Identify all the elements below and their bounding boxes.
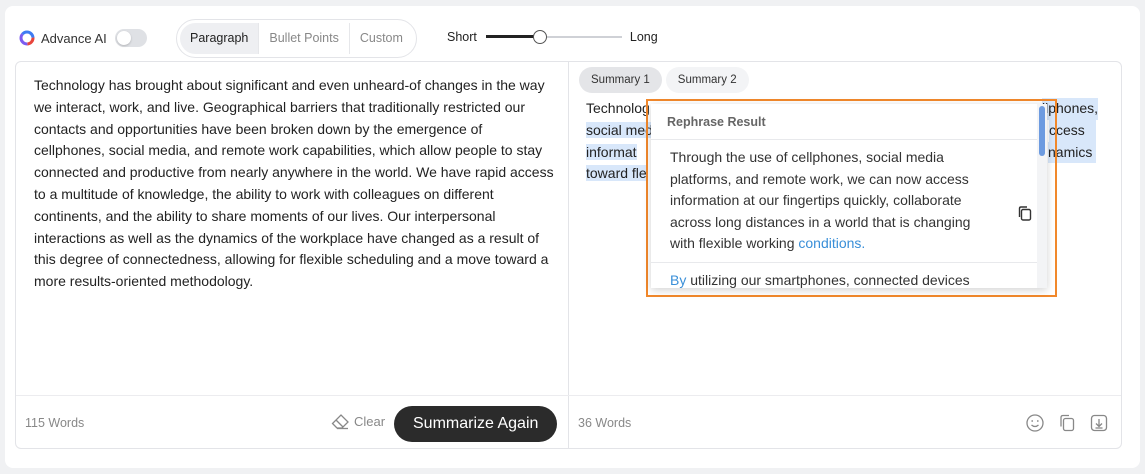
- length-short-label: Short: [447, 30, 477, 44]
- source-textarea[interactable]: Technology has brought about significant…: [34, 75, 554, 293]
- popup-scrollbar-thumb[interactable]: [1039, 106, 1045, 156]
- ai-logo-icon: [19, 30, 35, 46]
- source-word-count: 115 Words: [25, 416, 85, 430]
- rephrase-option-2[interactable]: By utilizing our smartphones, connected …: [670, 270, 1010, 288]
- length-control: Short Long: [447, 30, 658, 44]
- summarize-again-button[interactable]: Summarize Again: [394, 406, 558, 442]
- popup-divider: [651, 139, 1037, 140]
- length-slider[interactable]: [485, 30, 622, 44]
- download-icon[interactable]: [1089, 413, 1109, 433]
- slider-thumb[interactable]: [533, 30, 548, 44]
- option-2-link[interactable]: By: [670, 272, 686, 288]
- summary-tabs: Summary 1 Summary 2: [579, 67, 753, 93]
- toolbar: Advance AI Paragraph Bullet Points Custo…: [5, 6, 1140, 66]
- advance-ai-label: Advance AI: [41, 30, 107, 46]
- advance-ai-control: Advance AI: [19, 29, 147, 47]
- summary-line-1-start: Technolog: [586, 100, 650, 116]
- summary-line-3-start: informat: [586, 143, 637, 160]
- summary-word-count: 36 Words: [578, 416, 632, 430]
- rephrase-popup: Rephrase Result Through the use of cellp…: [651, 104, 1047, 288]
- mode-custom[interactable]: Custom: [350, 23, 413, 54]
- slider-fill: [485, 35, 541, 38]
- panel-divider: [568, 62, 569, 448]
- summary-actions: [1013, 413, 1109, 433]
- mode-paragraph[interactable]: Paragraph: [180, 23, 260, 54]
- source-footer: 115 Words Clear Summarize Again: [16, 396, 568, 450]
- copy-icon[interactable]: [1057, 413, 1077, 433]
- toggle-knob: [116, 31, 131, 45]
- summary-line-4-start: toward fle: [586, 165, 647, 182]
- eraser-icon: [331, 414, 349, 430]
- length-long-label: Long: [629, 30, 658, 44]
- tab-summary-2[interactable]: Summary 2: [665, 67, 749, 93]
- clear-label: Clear: [354, 414, 386, 429]
- clear-button[interactable]: Clear: [331, 413, 385, 430]
- mode-selector: Paragraph Bullet Points Custom: [176, 19, 417, 58]
- emoji-icon[interactable]: [1025, 413, 1045, 433]
- summary-footer: 36 Words: [569, 396, 1123, 450]
- copy-icon[interactable]: [1016, 205, 1034, 223]
- tab-summary-1[interactable]: Summary 1: [579, 67, 662, 93]
- summary-line-2-start: social med: [586, 121, 653, 138]
- popup-title: Rephrase Result: [667, 115, 766, 129]
- option-1-link[interactable]: conditions.: [798, 235, 865, 251]
- option-2-text: utilizing our smartphones, connected dev…: [686, 272, 970, 288]
- popup-divider: [651, 262, 1037, 263]
- rephrase-option-1[interactable]: Through the use of cellphones, social me…: [670, 147, 990, 255]
- mode-bullet-points[interactable]: Bullet Points: [259, 23, 350, 54]
- advance-ai-toggle[interactable]: [114, 29, 147, 47]
